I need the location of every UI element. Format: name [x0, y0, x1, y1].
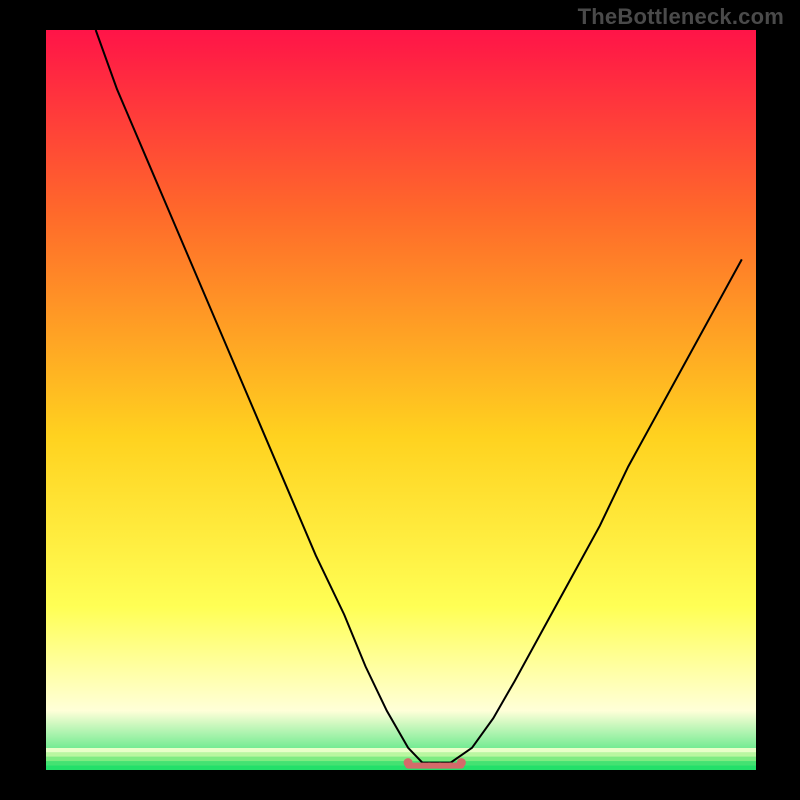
bottom-band: [46, 748, 756, 770]
chart-frame: TheBottleneck.com: [0, 0, 800, 800]
plot-background: [46, 30, 756, 770]
watermark-text: TheBottleneck.com: [578, 4, 784, 30]
bottleneck-chart: [0, 0, 800, 800]
